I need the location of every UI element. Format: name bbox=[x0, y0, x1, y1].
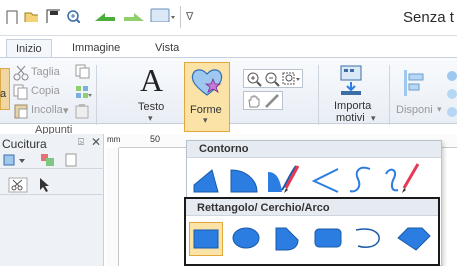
shapes-dropdown-icon[interactable]: ▾ bbox=[203, 115, 208, 126]
toolbar-separator bbox=[180, 6, 181, 28]
group-separator bbox=[318, 65, 319, 125]
ribbon-partial-label: a bbox=[0, 88, 7, 100]
zoom-fit-icon[interactable] bbox=[282, 71, 302, 87]
text-tool-icon: A bbox=[140, 62, 164, 98]
grid-pattern-icon bbox=[76, 86, 92, 98]
pentagon-shape-button[interactable] bbox=[270, 222, 304, 256]
customize-toolbar-icon[interactable]: ∇ bbox=[186, 10, 193, 23]
scissors-icon bbox=[13, 65, 29, 81]
redo-icon[interactable] bbox=[121, 9, 147, 23]
stitch-type-icon[interactable] bbox=[3, 153, 33, 167]
copy-icon bbox=[13, 84, 28, 100]
rounded-rectangle-shape-button[interactable] bbox=[312, 222, 346, 256]
copy-button[interactable]: Copia bbox=[31, 85, 60, 97]
ruler-unit: mm bbox=[107, 135, 121, 144]
import-motifs-icon bbox=[340, 65, 362, 95]
arc-icon bbox=[355, 228, 380, 248]
pan-hand-icon[interactable] bbox=[246, 93, 262, 109]
half-round-icon[interactable] bbox=[227, 165, 261, 195]
zoom-out-icon[interactable] bbox=[264, 71, 280, 87]
select-arrow-icon[interactable] bbox=[38, 177, 50, 193]
pentagon-round-icon bbox=[275, 227, 299, 251]
paste-dropdown-icon[interactable]: ▾ bbox=[63, 104, 69, 117]
ruler-vertical bbox=[106, 148, 119, 266]
frame-icon[interactable] bbox=[63, 153, 79, 167]
outline-section-title: Contorno bbox=[199, 143, 249, 155]
less-than-icon[interactable] bbox=[308, 165, 342, 195]
arrange-button[interactable]: Disponi bbox=[396, 104, 433, 116]
cut-button[interactable]: Taglia bbox=[31, 66, 60, 78]
title-bar: ∇ Senza t bbox=[0, 0, 457, 36]
undo-icon[interactable] bbox=[92, 9, 118, 23]
pin-icon[interactable]: ⍄ bbox=[78, 137, 84, 148]
color-layers-icon[interactable] bbox=[40, 153, 56, 167]
ellipse-shape-button[interactable] bbox=[230, 222, 264, 256]
ribbon-pen-icon[interactable] bbox=[264, 160, 302, 196]
import-dropdown-icon[interactable]: ▾ bbox=[371, 113, 376, 124]
paste-button[interactable]: Incolla bbox=[31, 104, 63, 116]
spiral-stroke-icon[interactable] bbox=[344, 163, 376, 197]
tab-vista[interactable]: Vista bbox=[146, 39, 188, 57]
ruler-tick-label: 50 bbox=[150, 134, 161, 144]
ellipse-icon bbox=[232, 227, 260, 249]
side-tools-icon bbox=[447, 71, 457, 117]
rounded-rectangle-icon bbox=[314, 228, 342, 248]
rhombus-round-icon bbox=[397, 227, 431, 251]
rhombus-shape-button[interactable] bbox=[394, 222, 431, 256]
import-motifs-label-2: motivi bbox=[336, 112, 365, 124]
heart-star-shape-icon bbox=[191, 69, 223, 96]
rectangle-shape-button[interactable] bbox=[189, 222, 223, 256]
panel-title: Cucitura bbox=[2, 137, 47, 151]
arc-shape-button[interactable] bbox=[352, 222, 386, 256]
paste-icon bbox=[14, 104, 28, 119]
zoom-in-icon[interactable] bbox=[246, 71, 262, 87]
window-title: Senza t bbox=[403, 9, 454, 26]
tab-immagine[interactable]: Immagine bbox=[63, 39, 129, 57]
text-tool-button[interactable]: Testo bbox=[138, 101, 164, 113]
cut-stitch-icon[interactable] bbox=[8, 177, 28, 193]
copy-format-icon bbox=[75, 64, 90, 79]
group-separator bbox=[389, 65, 390, 125]
closed-shapes-title: Rettangolo/ Cerchio/Arco bbox=[197, 202, 330, 214]
zoom-preview-icon[interactable] bbox=[66, 9, 80, 23]
ribbon-tabs: Inizio Immagine Vista bbox=[0, 36, 457, 57]
tab-inizio[interactable]: Inizio bbox=[6, 39, 52, 57]
import-motifs-button[interactable]: Importa bbox=[334, 100, 371, 112]
open-folder-icon[interactable] bbox=[24, 8, 38, 22]
monitor-icon[interactable] bbox=[150, 8, 176, 22]
group-separator bbox=[96, 65, 97, 125]
save-icon[interactable] bbox=[46, 9, 60, 23]
measure-icon[interactable] bbox=[264, 93, 280, 109]
arrange-dropdown-icon[interactable]: ▾ bbox=[437, 104, 442, 115]
freehand-pen-icon[interactable] bbox=[380, 160, 422, 196]
text-dropdown-icon[interactable]: ▾ bbox=[148, 113, 153, 124]
paste-special-icon bbox=[75, 104, 89, 119]
new-file-icon[interactable] bbox=[6, 10, 20, 24]
corner-triangle-icon[interactable] bbox=[190, 165, 222, 195]
close-icon[interactable]: ✕ bbox=[91, 135, 101, 149]
rectangle-icon bbox=[193, 229, 219, 249]
arrange-icon bbox=[404, 70, 424, 96]
